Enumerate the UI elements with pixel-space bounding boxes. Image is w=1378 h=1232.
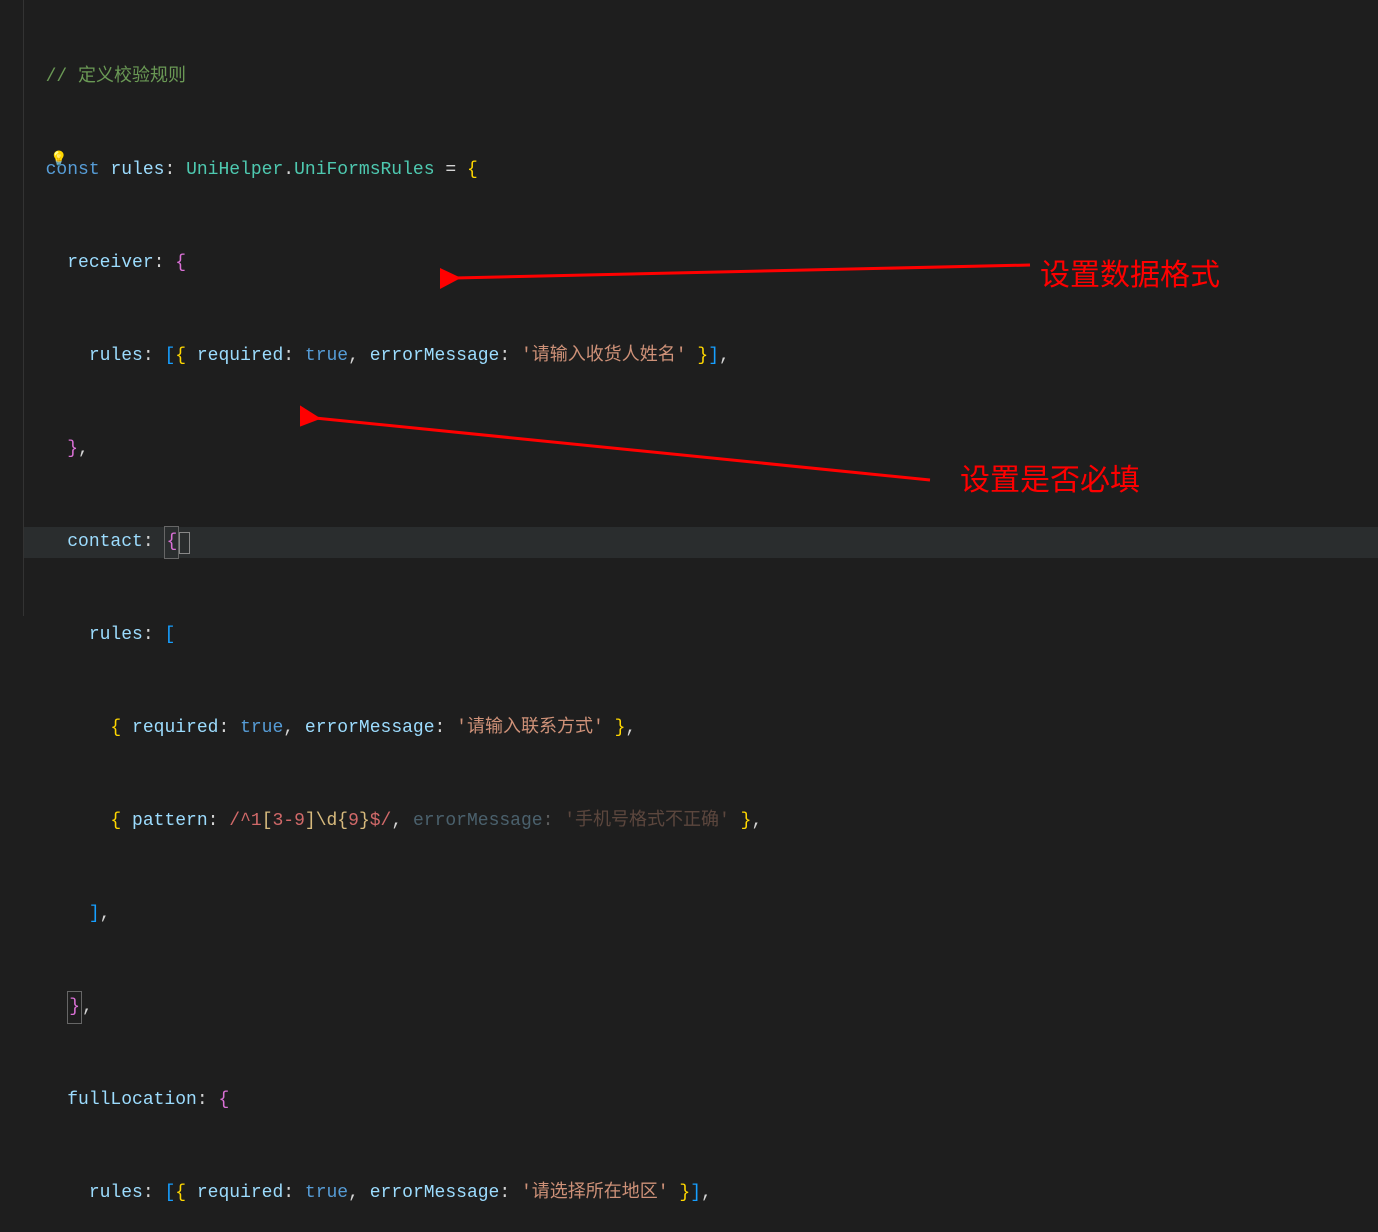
code-line: { pattern: /^1[3-9]\d{9}$/, errorMessage… [24,806,1378,837]
gutter [0,0,24,616]
code-line: { required: true, errorMessage: '请输入联系方式… [24,713,1378,744]
code-editor[interactable]: // 定义校验规则 const rules: UniHelper.UniForm… [24,0,1378,1232]
code-line-active: contact: { [24,527,1378,558]
code-line: }, [24,992,1378,1023]
code-line: }, [24,434,1378,465]
annotation-required-label: 设置是否必填 [960,465,1140,496]
lightbulb-icon[interactable]: 💡 [50,145,66,161]
code-line: const rules: UniHelper.UniFormsRules = { [24,155,1378,186]
code-line: // 定义校验规则 [24,62,1378,93]
code-line: rules: [{ required: true, errorMessage: … [24,1178,1378,1209]
code-line: rules: [ [24,620,1378,651]
code-line: rules: [{ required: true, errorMessage: … [24,341,1378,372]
code-line: ], [24,899,1378,930]
cursor [179,532,190,554]
annotation-pattern-label: 设置数据格式 [1040,260,1220,291]
comment: // 定义校验规则 [46,62,186,93]
code-line: fullLocation: { [24,1085,1378,1116]
